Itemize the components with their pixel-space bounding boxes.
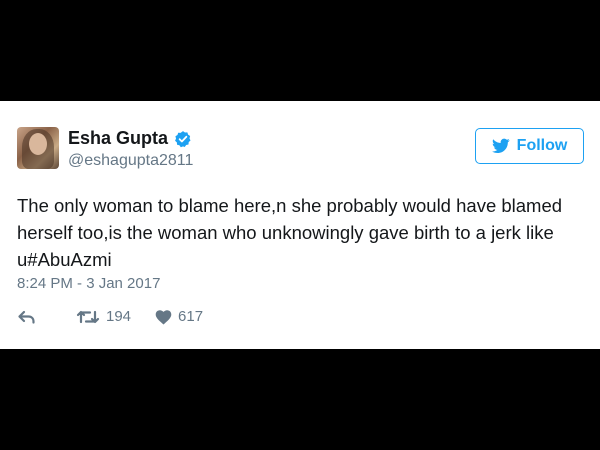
reply-icon[interactable] xyxy=(17,309,37,325)
tweet-card: Esha Gupta @eshagupta2811 Follow The onl… xyxy=(0,101,600,349)
tweet-timestamp[interactable]: 8:24 PM - 3 Jan 2017 xyxy=(17,275,160,292)
retweet-action[interactable]: 194 xyxy=(76,308,131,325)
reply-action[interactable] xyxy=(17,309,45,325)
like-count: 617 xyxy=(178,308,204,325)
follow-button-label: Follow xyxy=(516,137,568,154)
tweet-actions: 194 617 xyxy=(17,308,203,325)
heart-icon[interactable] xyxy=(155,309,172,325)
retweet-icon[interactable] xyxy=(76,309,100,325)
verified-badge-icon xyxy=(174,130,192,148)
follow-button[interactable]: Follow xyxy=(475,128,584,164)
like-action[interactable]: 617 xyxy=(155,308,203,325)
user-handle[interactable]: @eshagupta2811 xyxy=(68,152,193,170)
retweet-count: 194 xyxy=(106,308,132,325)
user-display-name[interactable]: Esha Gupta xyxy=(68,128,168,149)
tweet-text: The only woman to blame here,n she proba… xyxy=(17,195,563,270)
user-display-name-row[interactable]: Esha Gupta xyxy=(68,128,192,149)
avatar[interactable] xyxy=(17,127,59,169)
twitter-bird-icon xyxy=(491,138,510,154)
